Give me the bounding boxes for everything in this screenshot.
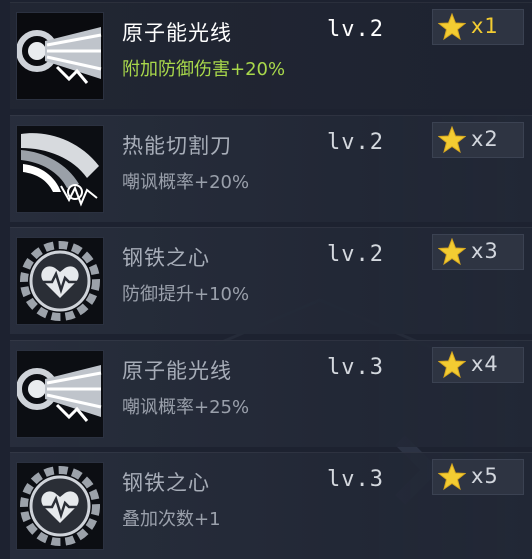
steel-heart-icon [20, 241, 100, 321]
skill-level: lv.2 [327, 17, 384, 42]
skill-name: 钢铁之心 [122, 471, 210, 495]
skill-name: 原子能光线 [122, 359, 232, 383]
star-icon [438, 463, 466, 491]
star-icon [438, 351, 466, 379]
skill-level: lv.3 [327, 355, 384, 380]
skill-level: lv.2 [327, 130, 384, 155]
star-icon [438, 238, 466, 266]
skill-effect: 附加防御伤害+20% [122, 59, 286, 80]
count-badge: x3 [432, 234, 524, 270]
skill-name: 钢铁之心 [122, 246, 210, 270]
count-badge: x2 [432, 122, 524, 158]
skill-effect: 叠加次数+1 [122, 509, 221, 530]
star-count: x1 [471, 14, 499, 38]
skill-icon-box [16, 237, 104, 325]
skill-row-3[interactable]: 钢铁之心 防御提升+10% lv.2 x3 [10, 227, 532, 334]
skill-level: lv.3 [327, 467, 384, 492]
skill-row-2[interactable]: 热能切割刀 嘲讽概率+20% lv.2 x2 [10, 115, 532, 222]
star-icon [438, 126, 466, 154]
star-count: x3 [471, 239, 499, 263]
atomic-beam-icon [17, 365, 102, 422]
skill-icon-box [16, 12, 104, 100]
steel-heart-icon [20, 466, 100, 546]
count-badge: x5 [432, 459, 524, 495]
star-count: x2 [471, 127, 499, 151]
skill-level: lv.2 [327, 242, 384, 267]
skill-row-5[interactable]: 钢铁之心 叠加次数+1 lv.3 x5 [10, 452, 532, 559]
skill-effect: 嘲讽概率+20% [122, 172, 250, 193]
star-count: x5 [471, 464, 499, 488]
thermal-blade-icon [21, 133, 99, 207]
skill-effect: 嘲讽概率+25% [122, 397, 250, 418]
skill-effect: 防御提升+10% [122, 284, 250, 305]
skill-icon-box [16, 350, 104, 438]
star-icon [438, 13, 466, 41]
skill-row-1[interactable]: 原子能光线 附加防御伤害+20% lv.2 x1 [10, 2, 532, 109]
skill-name: 热能切割刀 [122, 134, 232, 158]
count-badge: x1 [432, 9, 524, 45]
skill-name: 原子能光线 [122, 21, 232, 45]
atomic-beam-icon [17, 27, 102, 84]
star-count: x4 [471, 352, 499, 376]
skill-icon-box [16, 125, 104, 213]
skill-icon-box [16, 462, 104, 550]
skill-row-4[interactable]: 原子能光线 嘲讽概率+25% lv.3 x4 [10, 340, 532, 447]
count-badge: x4 [432, 347, 524, 383]
